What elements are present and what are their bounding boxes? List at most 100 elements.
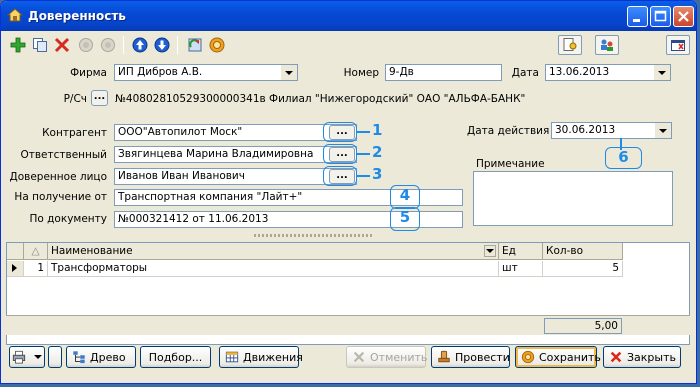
- tree-button-label: Древо: [90, 350, 126, 364]
- callout-box-3: [323, 166, 357, 186]
- arrow-down-icon: [154, 37, 170, 53]
- firma-value: ИП Дибров А.В.: [118, 66, 203, 78]
- minimize-icon: [633, 19, 640, 22]
- settings-button[interactable]: [207, 35, 227, 55]
- row-header-corner: [7, 243, 24, 260]
- disabled-circle-icon: [79, 38, 93, 52]
- data-deistvia-label: Дата действия: [467, 125, 550, 137]
- close-document-button[interactable]: [666, 35, 690, 55]
- row-index: 1: [24, 261, 48, 277]
- callout-line-3: [356, 175, 370, 177]
- kontragent-field[interactable]: ООО"Автопилот Моск": [114, 124, 357, 141]
- movements-button-label: Движения: [243, 350, 303, 364]
- maximize-button[interactable]: [650, 6, 671, 27]
- otvetstvenny-label: Ответственный: [20, 149, 107, 161]
- row-pointer: [7, 261, 24, 277]
- copy-icon: [33, 38, 47, 52]
- chevron-down-icon: [658, 70, 666, 75]
- print-button[interactable]: [9, 346, 45, 368]
- users-button[interactable]: [595, 35, 619, 55]
- document-person-icon: [563, 38, 577, 51]
- nomer-field[interactable]: 9-Дв: [385, 64, 502, 81]
- callout-box-2: [323, 144, 357, 164]
- delete-x-icon: [54, 37, 70, 53]
- dokument-label: По документу: [29, 213, 107, 225]
- otvetstvenny-value: Звягинцева Марина Владимировна: [118, 148, 314, 160]
- doverennoe-field[interactable]: Иванов Иван Иванович: [114, 168, 357, 185]
- callout-number-2: 2: [372, 143, 383, 161]
- cancel-button[interactable]: Отменить: [346, 346, 428, 368]
- row-unit[interactable]: шт: [499, 261, 543, 277]
- move-down-button[interactable]: [152, 35, 172, 55]
- title-bar[interactable]: Доверенность: [1, 1, 696, 31]
- print-form-button[interactable]: [558, 35, 582, 55]
- window-title: Доверенность: [28, 9, 126, 23]
- printer-icon: [12, 350, 26, 364]
- callout-number-4: 4: [399, 186, 411, 204]
- print-dropdown-button[interactable]: [48, 346, 62, 368]
- firma-dropdown-button[interactable]: [281, 65, 297, 80]
- primechanie-textarea[interactable]: [473, 171, 673, 226]
- arrow-up-icon: [132, 37, 148, 53]
- chevron-down-icon: [285, 70, 293, 75]
- firma-combo[interactable]: ИП Дибров А.В.: [114, 64, 298, 81]
- callout-box-5: 5: [390, 207, 420, 231]
- disabled-tool-button-1[interactable]: [76, 35, 96, 55]
- sort-header[interactable]: △: [24, 243, 48, 260]
- minimize-button[interactable]: [627, 6, 648, 27]
- toolbar: [4, 33, 693, 58]
- data-combo[interactable]: 13.06.2013: [545, 64, 671, 81]
- data-deistvia-value: 30.06.2013: [555, 124, 616, 136]
- doverennoe-value: Иванов Иван Иванович: [118, 170, 245, 182]
- row-name[interactable]: Трансформаторы: [48, 261, 499, 277]
- refresh-button[interactable]: [185, 35, 205, 55]
- row-qty[interactable]: 5: [543, 261, 623, 277]
- close-button[interactable]: Закрыть: [603, 346, 681, 368]
- data-deistvia-dropdown-button[interactable]: [655, 123, 671, 138]
- chevron-down-icon: [659, 128, 667, 133]
- cancel-button-label: Отменить: [370, 350, 428, 364]
- rs-label: Р/Сч: [63, 93, 87, 105]
- doverennoe-label: Доверенное лицо: [9, 171, 107, 183]
- document-window: Доверенность Фирма ИП Дибров А.В. Номер …: [0, 0, 697, 384]
- copy-button[interactable]: [30, 35, 50, 55]
- rs-value: №40802810529300000341в Филиал "Нижегород…: [115, 93, 526, 105]
- move-up-button[interactable]: [130, 35, 150, 55]
- column-header-name[interactable]: Наименование: [48, 243, 499, 260]
- save-button-label: Сохранить: [539, 350, 601, 364]
- chevron-down-icon: [34, 355, 42, 359]
- callout-number-3: 3: [372, 165, 383, 183]
- callout-box-4: 4: [390, 185, 420, 209]
- movements-button[interactable]: Движения: [219, 346, 303, 368]
- close-button-label: Закрыть: [627, 350, 676, 364]
- window-client: Фирма ИП Дибров А.В. Номер 9-Дв Дата 13.…: [4, 31, 693, 381]
- house-icon: [7, 8, 23, 22]
- tree-icon: [73, 351, 85, 364]
- total-qty: 5,00: [544, 318, 622, 334]
- rs-select-button[interactable]: ...: [91, 90, 108, 106]
- plus-icon: [10, 37, 26, 53]
- splitter-grip[interactable]: [254, 234, 374, 237]
- add-button[interactable]: [8, 35, 28, 55]
- podbor-button[interactable]: Подбор...: [140, 346, 211, 368]
- callout-box-6: 6: [605, 147, 642, 169]
- maximize-icon: [654, 10, 667, 22]
- close-window-button[interactable]: [673, 6, 694, 27]
- delete-button[interactable]: [52, 35, 72, 55]
- disabled-tool-button-2[interactable]: [98, 35, 118, 55]
- callout-number-1: 1: [372, 121, 383, 139]
- data-dropdown-button[interactable]: [654, 65, 670, 80]
- primechanie-label: Примечание: [476, 158, 545, 170]
- row-pointer-icon: [12, 264, 17, 272]
- nomer-label: Номер: [343, 67, 379, 79]
- data-deistvia-combo[interactable]: 30.06.2013: [551, 122, 672, 139]
- post-button[interactable]: Провести: [431, 346, 510, 368]
- tree-button[interactable]: Древо: [66, 346, 136, 368]
- close-icon: [678, 11, 689, 22]
- column-header-unit[interactable]: Ед: [499, 243, 543, 260]
- save-button[interactable]: Сохранить: [515, 346, 601, 368]
- column-header-qty[interactable]: Кол-во: [543, 243, 623, 260]
- column-filter-button[interactable]: [484, 245, 496, 257]
- otvetstvenny-field[interactable]: Звягинцева Марина Владимировна: [114, 146, 357, 163]
- close-x-icon: [610, 351, 622, 363]
